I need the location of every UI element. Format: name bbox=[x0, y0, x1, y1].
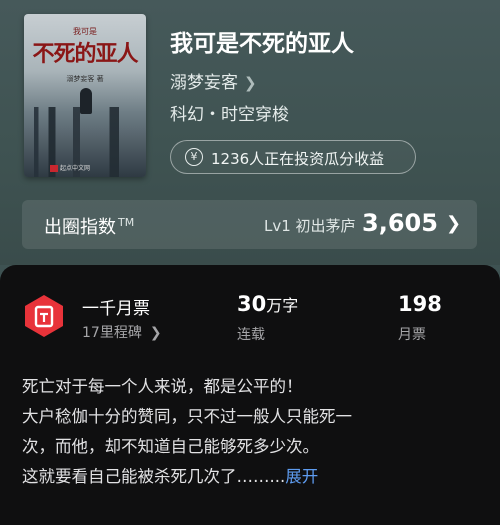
synopsis[interactable]: 死亡对于每一个人来说，都是公平的！ 大户稔伽十分的赞同，只不过一般人只能死一 次… bbox=[22, 372, 482, 492]
trademark-mark: TM bbox=[118, 216, 135, 229]
author-link[interactable]: 溺梦妄客 ❯ bbox=[170, 68, 257, 93]
cover-author: 溺梦妄客 著 bbox=[66, 75, 104, 83]
book-title: 我可是不死的亚人 bbox=[170, 31, 354, 57]
milestone-count: 17里程碑 bbox=[82, 325, 142, 341]
index-level: Lv1 初出茅庐 bbox=[264, 217, 356, 235]
synopsis-line-last: 这就要看自己能被杀死几次了……...展开 bbox=[22, 467, 319, 486]
book-cover[interactable]: 我可是 不死的亚人 溺梦妄客 著 起点中文网 bbox=[24, 14, 146, 177]
milestone-tier[interactable]: 一千月票 bbox=[82, 294, 150, 319]
invest-text: 1236人正在投资瓜分收益 bbox=[211, 150, 385, 168]
chevron-right-icon: ❯ bbox=[244, 74, 257, 92]
invest-button[interactable]: ¥ 1236人正在投资瓜分收益 bbox=[170, 140, 416, 174]
serial-status: 连载 bbox=[237, 327, 265, 343]
popularity-index-bar[interactable]: 出圈指数 TM Lv1 初出茅庐 3,605 ❯ bbox=[22, 200, 477, 249]
monthly-votes-label: 月票 bbox=[398, 327, 426, 343]
publisher-logo-icon bbox=[50, 165, 58, 172]
chevron-right-icon: ❯ bbox=[446, 213, 462, 234]
genre-tags[interactable]: 科幻・时空穿梭 bbox=[170, 100, 289, 125]
author-name: 溺梦妄客 bbox=[170, 73, 238, 93]
chevron-right-icon: ❯ bbox=[149, 325, 162, 341]
expand-link[interactable]: 展开 bbox=[285, 467, 318, 486]
milestone-link[interactable]: 17里程碑 ❯ bbox=[82, 322, 162, 342]
cover-title: 不死的亚人 bbox=[32, 41, 138, 67]
synopsis-line: 大户稔伽十分的赞同，只不过一般人只能死一 bbox=[22, 407, 352, 426]
cover-publisher: 起点中文网 bbox=[60, 165, 91, 172]
synopsis-ellipsis: ... bbox=[269, 467, 286, 486]
ticket-badge-icon bbox=[25, 295, 63, 337]
synopsis-line: 死亡对于每一个人来说，都是公平的！ bbox=[22, 377, 303, 396]
synopsis-line: 次，而他，却不知道自己能够死多少次。 bbox=[22, 437, 319, 456]
coin-icon: ¥ bbox=[185, 148, 203, 166]
index-value: 3,605 bbox=[362, 209, 438, 237]
monthly-votes-count[interactable]: 198 bbox=[398, 292, 442, 316]
word-count: 30万字 bbox=[237, 292, 299, 316]
index-label: 出圈指数 TM bbox=[44, 216, 135, 238]
